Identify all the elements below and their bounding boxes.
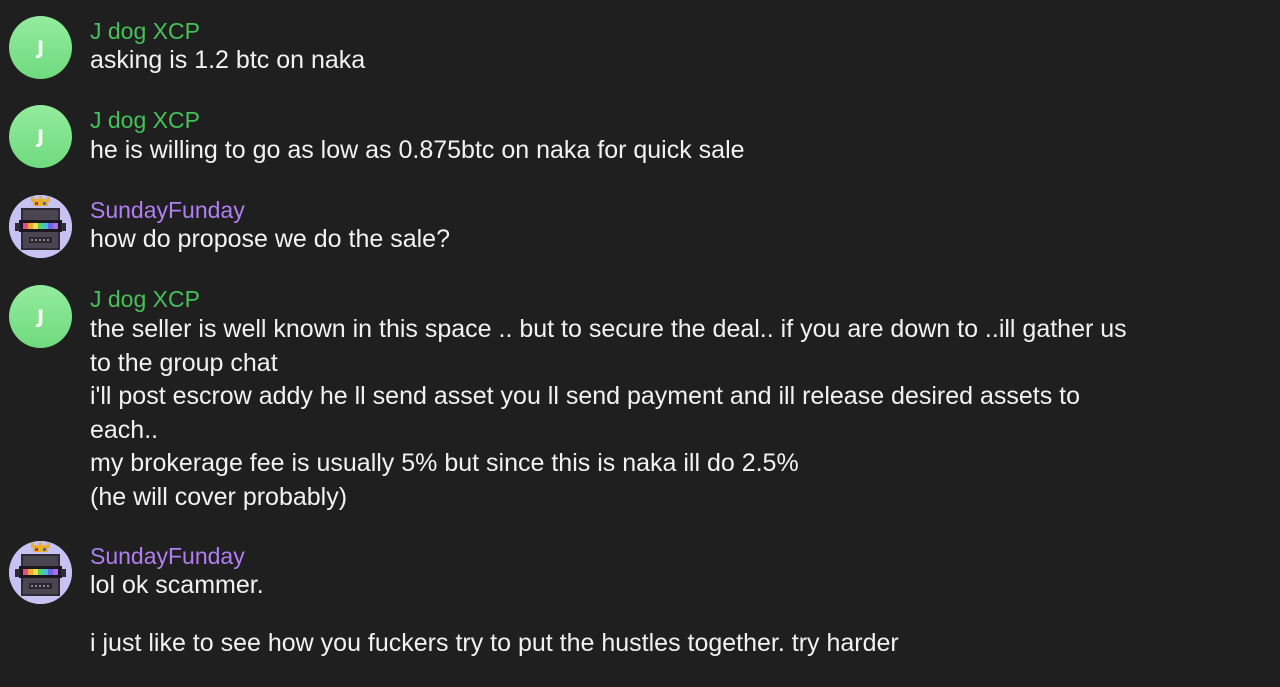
message-line: each.. [90,415,159,444]
avatar-letter: J [36,36,45,59]
message-line: the seller is well known in this space .… [90,315,1127,343]
message-text: lol ok scammer. i just like to see how y… [90,569,1260,660]
avatar-image [9,541,72,604]
avatar[interactable]: J [9,285,72,348]
message-line: to the group chat [90,348,278,377]
author-name[interactable]: J dog XCP [90,107,200,133]
message-line: i just like to see how you fuckers try t… [90,628,899,657]
avatar-image [9,195,72,258]
avatar-letter: J [36,305,45,328]
message-text: how do propose we do the sale? [90,223,1260,257]
avatar[interactable]: J [9,105,72,168]
message-line: he is willing to go as low as 0.875btc o… [90,136,745,164]
message-line: lol ok scammer. [90,571,264,599]
author-name[interactable]: SundayFunday [90,197,245,223]
avatar-letter: J [36,125,45,148]
author-name[interactable]: J dog XCP [90,286,200,312]
message-text: the seller is well known in this space .… [90,313,1260,514]
pixel-robot-king-icon[interactable] [9,541,72,604]
message-line: asking is 1.2 btc on naka [90,46,366,74]
message-line: how do propose we do the sale? [90,225,450,253]
message-text: he is willing to go as low as 0.875btc o… [90,134,1260,168]
author-name[interactable]: J dog XCP [90,18,200,44]
message-line: my brokerage fee is usually 5% but since… [90,449,799,477]
pixel-robot-king-icon[interactable] [9,195,72,258]
message-text: asking is 1.2 btc on naka [90,44,1260,78]
message-line: (he will cover probably) [90,482,348,511]
author-name[interactable]: SundayFunday [90,543,245,569]
avatar[interactable]: J [9,16,72,79]
message-line: i'll post escrow addy he ll send asset y… [90,382,1081,410]
